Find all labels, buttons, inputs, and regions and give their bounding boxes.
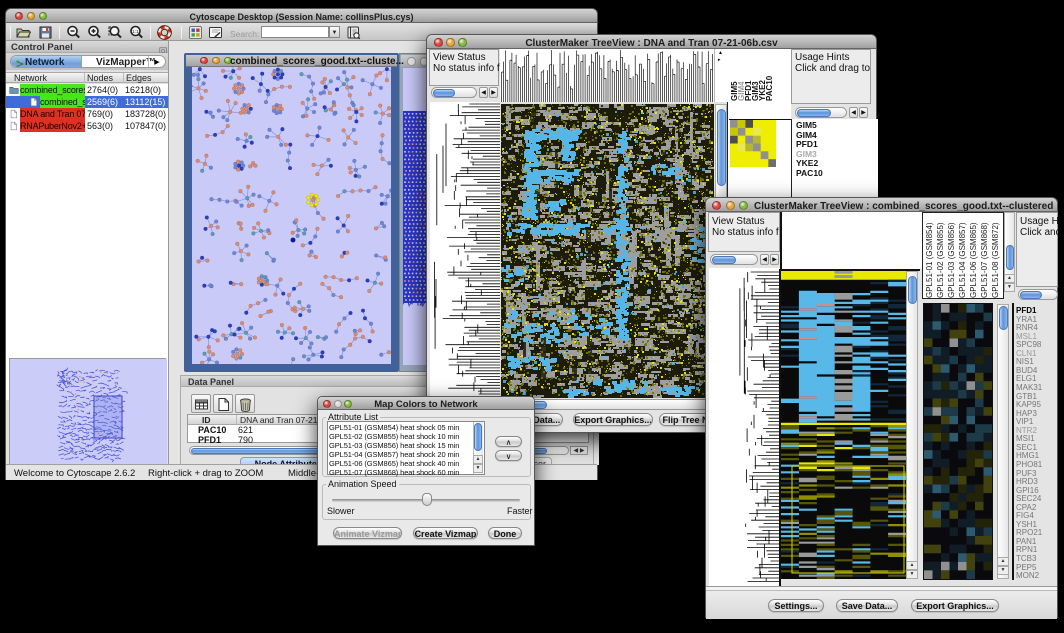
svg-text:1:1: 1:1 <box>132 29 139 34</box>
